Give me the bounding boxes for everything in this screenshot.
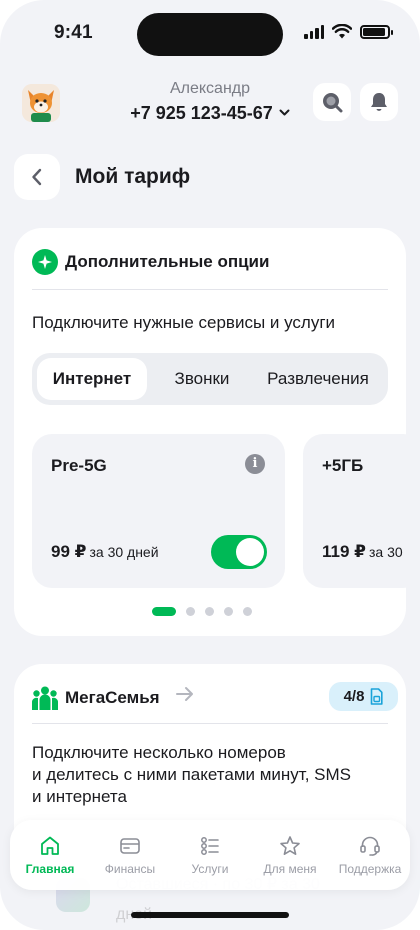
chevron-left-icon (32, 168, 42, 186)
back-button[interactable] (14, 154, 60, 200)
option-toggle[interactable] (211, 535, 267, 569)
price-period: за 30 (368, 544, 403, 560)
price-value: 99 ₽ (51, 542, 87, 561)
search-icon (323, 93, 343, 113)
pagination-dot-active[interactable] (152, 607, 176, 616)
services-list-icon (201, 837, 219, 855)
star-icon (280, 836, 300, 855)
tab-label: Поддержка (338, 862, 402, 876)
options-title: Дополнительные опции (65, 252, 270, 271)
status-icons (304, 24, 393, 39)
dynamic-island (137, 13, 283, 56)
option-price: 119 ₽ за 30 (322, 542, 403, 562)
tab-services[interactable]: Услуги (170, 820, 250, 890)
megafamily-description: Подключите несколько номеров и делитесь … (32, 742, 392, 808)
option-tile-5gb[interactable]: +5ГБ 119 ₽ за 30 (303, 434, 420, 588)
bell-icon (371, 93, 387, 111)
home-indicator (131, 912, 289, 918)
description-line: и делитесь с ними пакетами минут, SMS (32, 765, 351, 784)
sim-card-icon (371, 688, 384, 705)
divider (32, 289, 388, 290)
tab-finance[interactable]: Финансы (90, 820, 170, 890)
description-line: Подключите несколько номеров (32, 743, 286, 762)
status-time: 9:41 (54, 22, 93, 43)
status-bar: 9:41 (0, 0, 420, 62)
tab-label: Для меня (263, 862, 317, 876)
pagination-dot[interactable] (205, 607, 214, 616)
info-icon[interactable]: i (245, 454, 265, 474)
phone-number-selector[interactable]: +7 925 123-45-67 (0, 103, 420, 124)
members-badge: 4/8 (329, 682, 398, 711)
tab-for-me[interactable]: Для меня (250, 820, 330, 890)
pagination-dot[interactable] (224, 607, 233, 616)
tab-support[interactable]: Поддержка (330, 820, 410, 890)
option-name: Pre-5G (51, 456, 107, 475)
divider (32, 723, 388, 724)
family-icon (32, 686, 58, 710)
sparkle-icon (32, 249, 58, 275)
chevron-down-icon (279, 106, 290, 120)
pagination-dot[interactable] (186, 607, 195, 616)
option-name: +5ГБ (322, 456, 364, 475)
battery-icon (360, 24, 393, 39)
price-period: за 30 дней (89, 544, 159, 560)
notifications-button[interactable] (360, 83, 398, 121)
search-button[interactable] (313, 83, 351, 121)
price-value: 119 ₽ (322, 542, 366, 561)
phone-screen: 9:41 Александр +7 925 123-45-67 Мой тари… (0, 0, 420, 930)
user-name: Александр (169, 80, 251, 97)
arrow-right-icon (176, 686, 194, 708)
options-description: Подключите нужные сервисы и услуги (32, 313, 336, 332)
additional-options-card: Дополнительные опции Подключите нужные с… (14, 228, 420, 636)
megafamily-title: МегаСемья (65, 688, 160, 707)
tab-calls[interactable]: Звонки (152, 358, 252, 400)
tab-label: Главная (25, 862, 75, 876)
page-title: Мой тариф (75, 165, 191, 188)
tab-home[interactable]: Главная (10, 820, 90, 890)
option-tile-pre5g[interactable]: Pre-5G i 99 ₽ за 30 дней (32, 434, 285, 588)
toggle-knob (236, 538, 264, 566)
tab-internet[interactable]: Интернет (37, 358, 147, 400)
members-count: 4/8 (343, 688, 365, 705)
tab-label: Финансы (104, 862, 156, 876)
bottom-tab-bar: Главная Финансы Услуги Для меня Поддержк… (10, 820, 410, 890)
tab-label: Услуги (191, 862, 229, 876)
support-headset-icon (360, 836, 380, 856)
wifi-icon (332, 24, 352, 39)
category-segmented-control: Интернет Звонки Развлечения (32, 353, 388, 405)
carousel-pagination (152, 607, 252, 616)
cellular-signal-icon (304, 24, 324, 39)
pagination-dot[interactable] (243, 607, 252, 616)
option-price: 99 ₽ за 30 дней (51, 542, 159, 562)
home-icon (41, 836, 59, 855)
wallet-icon (120, 838, 140, 854)
phone-number: +7 925 123-45-67 (130, 103, 273, 123)
description-line: и интернета (32, 787, 127, 806)
tab-entertainment[interactable]: Развлечения (254, 358, 382, 400)
